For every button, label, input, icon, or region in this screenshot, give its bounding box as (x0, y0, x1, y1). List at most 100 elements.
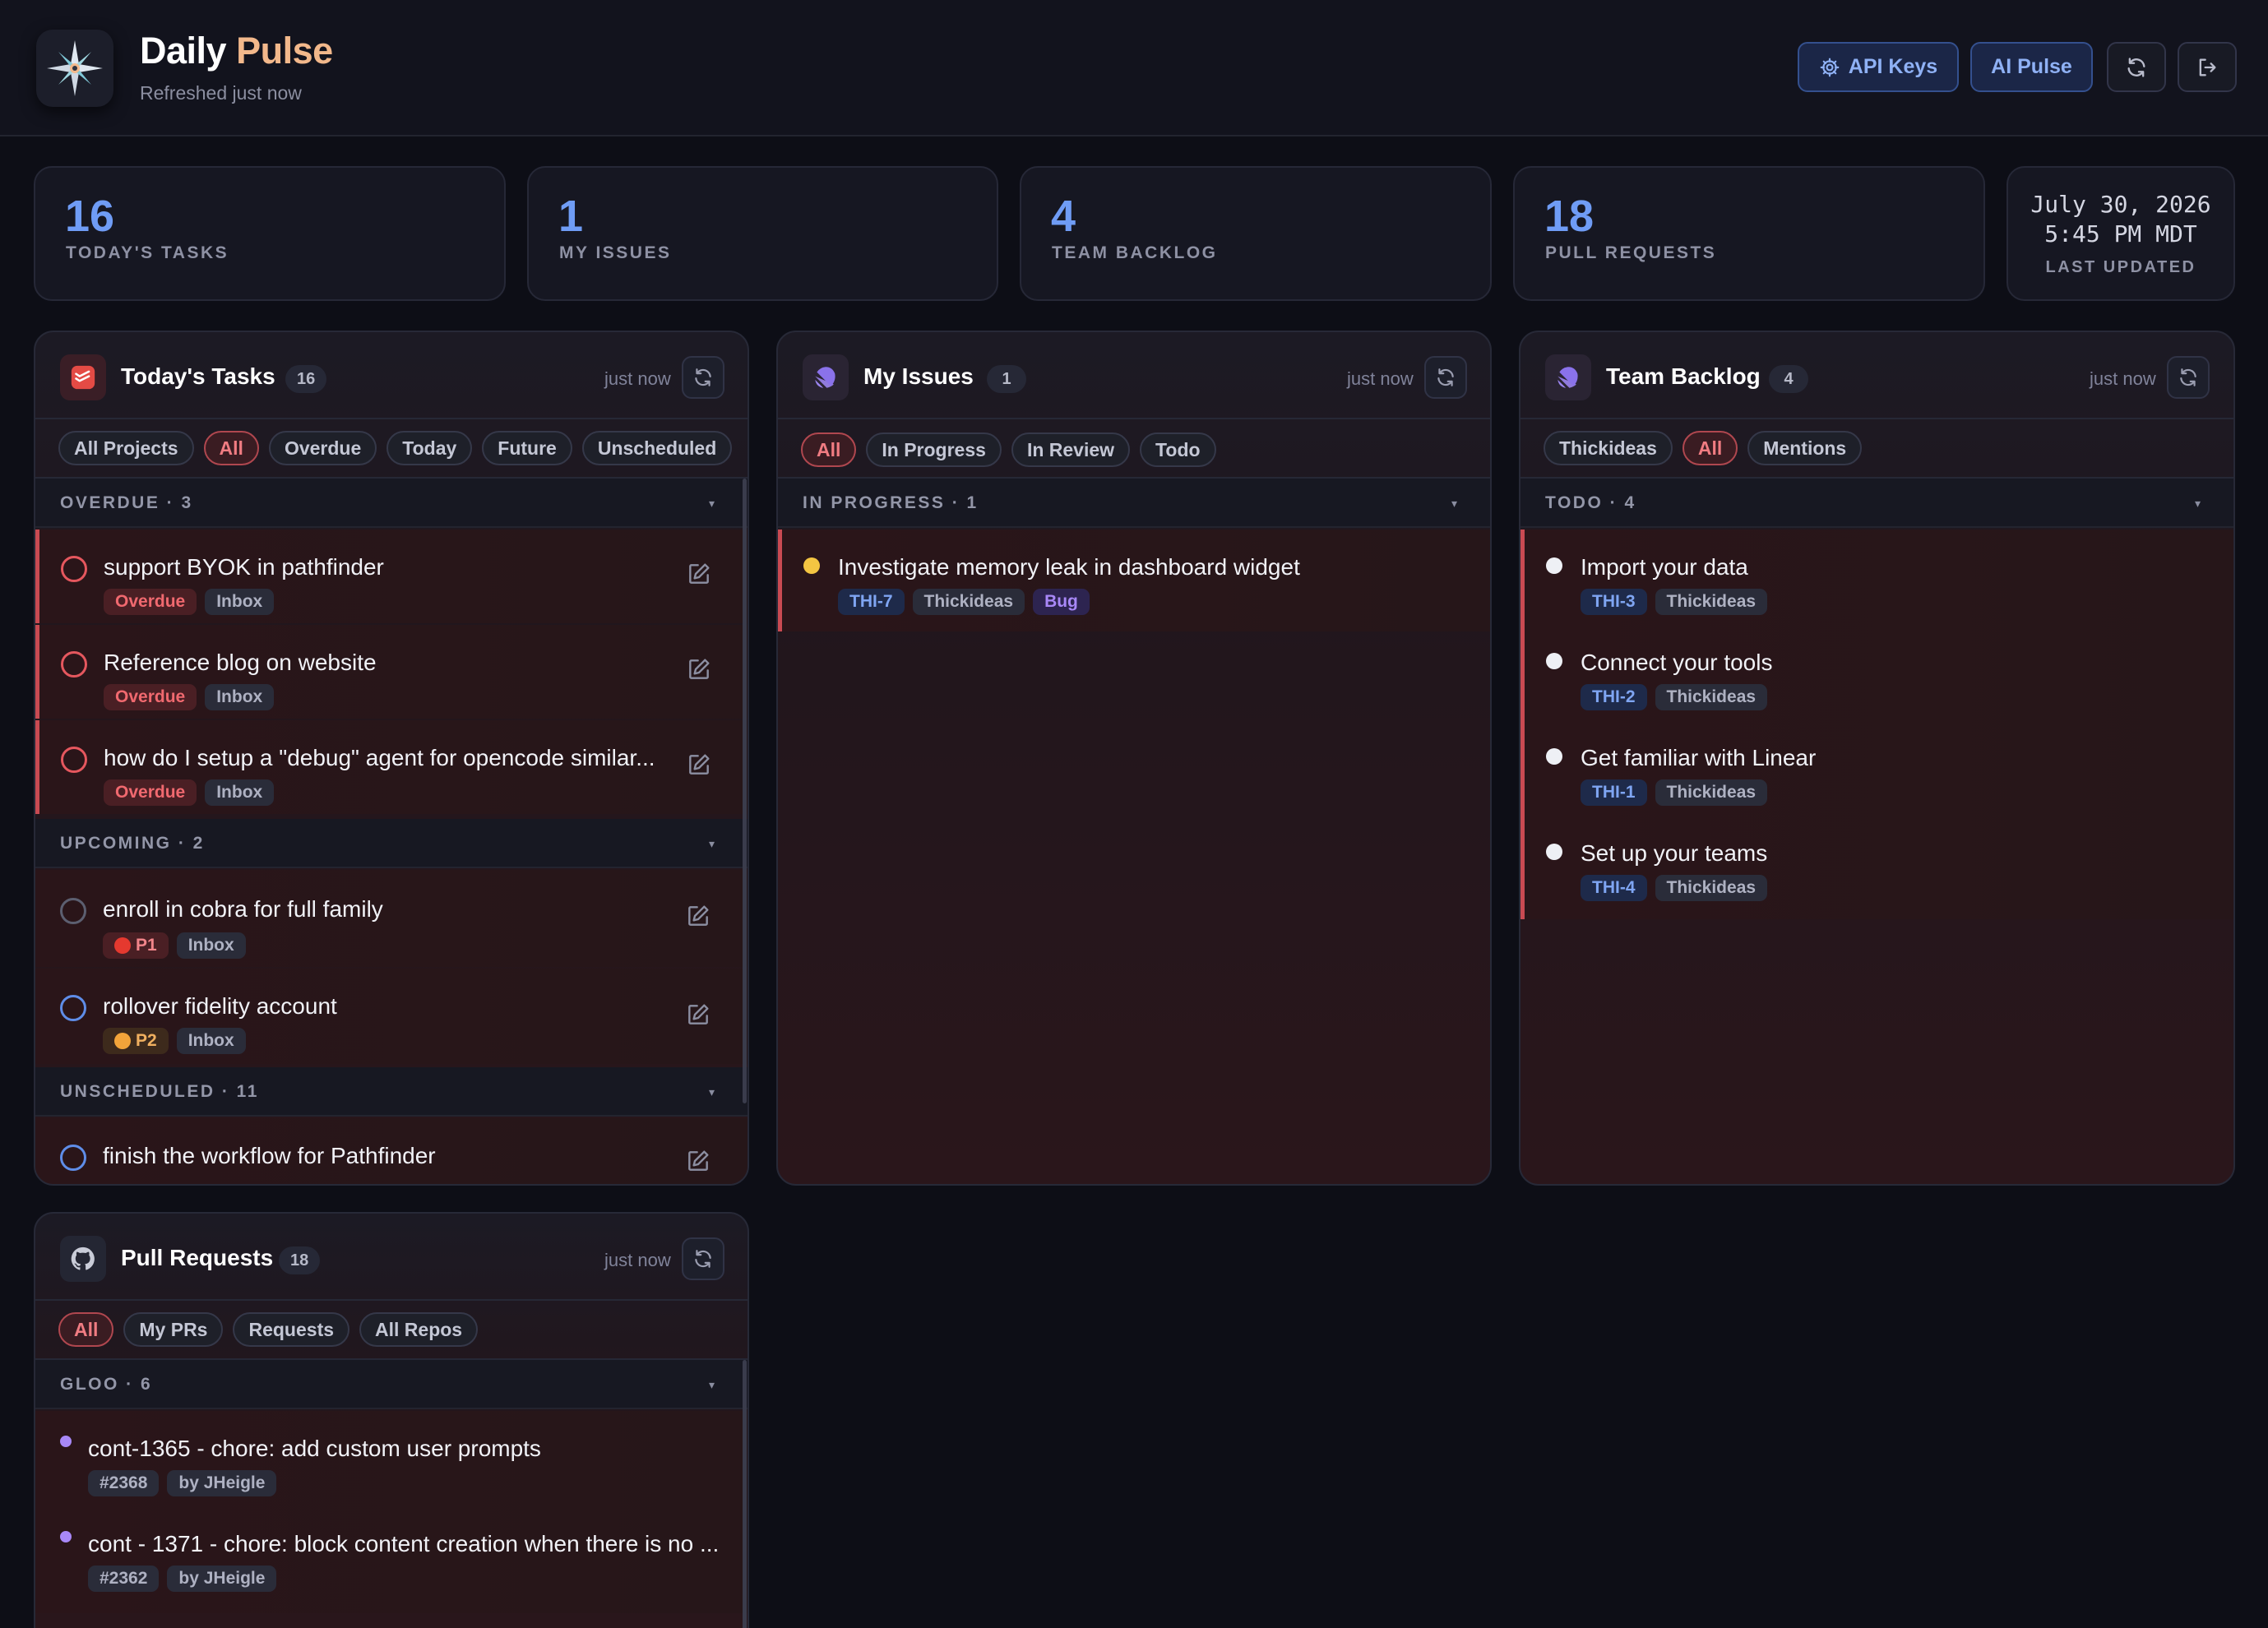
stat-label: PULL REQUESTS (1545, 243, 1717, 262)
refresh-icon (1437, 368, 1454, 386)
section-header-repo[interactable]: GLOO · 6 ▾ (35, 1360, 748, 1409)
last-updated-time: 5:45 PM MDT (2044, 220, 2197, 247)
filter-all[interactable]: All (1682, 431, 1738, 465)
panel-header: My Issues 1 just now (778, 332, 1490, 419)
pr-author: by JHeigle (167, 1470, 277, 1496)
filter-future[interactable]: Future (482, 431, 572, 465)
task-item[interactable]: rollover fidelity account P2 Inbox (35, 969, 748, 1064)
refresh-all-button[interactable] (2107, 42, 2166, 92)
logout-button[interactable] (2178, 42, 2237, 92)
pr-item[interactable]: cont - 1371 - chore: block content creat… (35, 1506, 748, 1613)
panel-count-badge: 16 (285, 365, 327, 393)
section-header-todo[interactable]: TODO · 4 ▾ (1520, 479, 2233, 528)
filter-all[interactable]: All (58, 1312, 114, 1347)
panel-refresh-button[interactable] (682, 356, 724, 399)
ai-pulse-button[interactable]: AI Pulse (1970, 42, 2093, 92)
panel-header: Today's Tasks 16 just now (35, 332, 748, 419)
filter-all-repos[interactable]: All Repos (359, 1312, 479, 1347)
project-tag: Inbox (205, 779, 275, 806)
filter-all[interactable]: All (801, 432, 857, 467)
filter-in-review[interactable]: In Review (1011, 432, 1131, 467)
edit-icon[interactable] (686, 752, 712, 778)
complete-checkbox[interactable] (61, 651, 87, 678)
panel-header: Pull Requests 18 just now (35, 1214, 748, 1301)
stat-card-prs[interactable]: 18 PULL REQUESTS (1513, 166, 1985, 301)
filter-today[interactable]: Today (386, 431, 473, 465)
edit-icon[interactable] (685, 903, 711, 929)
filter-requests[interactable]: Requests (233, 1312, 350, 1347)
scrollbar[interactable] (743, 1360, 747, 1628)
filter-todo[interactable]: Todo (1140, 432, 1216, 467)
collapse-caret-icon: ▾ (708, 837, 715, 850)
panel-refresh-button[interactable] (1424, 356, 1467, 399)
backlog-item[interactable]: Set up your teams THI-4 Thickideas (1525, 816, 2233, 911)
section-header-in-progress[interactable]: IN PROGRESS · 1 ▾ (778, 479, 1490, 528)
complete-checkbox[interactable] (61, 556, 87, 582)
issue-title: Set up your teams (1581, 840, 1768, 866)
filter-team[interactable]: Thickideas (1544, 431, 1673, 465)
overdue-badge: Overdue (104, 779, 197, 806)
panel-title: Today's Tasks (121, 363, 275, 389)
complete-checkbox[interactable] (60, 995, 86, 1021)
edit-icon[interactable] (686, 656, 712, 682)
filter-unscheduled[interactable]: Unscheduled (581, 431, 733, 465)
filter-all[interactable]: All (203, 431, 259, 465)
priority-dot-icon (114, 1033, 131, 1049)
filter-my-prs[interactable]: My PRs (123, 1312, 224, 1347)
edit-icon[interactable] (686, 561, 712, 587)
filter-overdue[interactable]: Overdue (268, 431, 377, 465)
issue-key: THI-1 (1581, 779, 1647, 806)
issue-key: THI-7 (838, 589, 905, 615)
edit-icon[interactable] (685, 1001, 711, 1028)
pr-filters: All My PRs Requests All Repos (58, 1312, 479, 1347)
overdue-badge: Overdue (104, 589, 197, 615)
backlog-item[interactable]: Import your data THI-3 Thickideas (1525, 530, 2233, 625)
edit-icon[interactable] (685, 1148, 711, 1174)
task-item[interactable]: support BYOK in pathfinder Overdue Inbox (35, 530, 748, 623)
last-updated-card: July 30, 2026 5:45 PM MDT LAST UPDATED (2006, 166, 2235, 301)
backlog-list: Import your data THI-3 Thickideas Connec… (1520, 530, 2233, 919)
section-header-unscheduled[interactable]: UNSCHEDULED · 11 ▾ (35, 1067, 748, 1117)
pr-number: #2362 (88, 1566, 160, 1592)
task-item[interactable]: how do I setup a "debug" agent for openc… (35, 720, 748, 814)
backlog-item[interactable]: Connect your tools THI-2 Thickideas (1525, 625, 2233, 720)
issue-item[interactable]: Investigate memory leak in dashboard wid… (778, 530, 1490, 631)
issue-filters: All In Progress In Review Todo (801, 432, 1216, 467)
project-tag: Inbox (205, 684, 275, 710)
filter-mentions[interactable]: Mentions (1747, 431, 1863, 465)
task-item[interactable]: Reference blog on website Overdue Inbox (35, 625, 748, 719)
section-header-overdue[interactable]: OVERDUE · 3 ▾ (35, 479, 748, 528)
tasks-panel: Today's Tasks 16 just now All Projects A… (34, 331, 749, 1186)
task-item[interactable]: enroll in cobra for full family P1 Inbox (35, 870, 748, 967)
section-title: TODO · 4 (1545, 493, 1636, 512)
filter-in-progress[interactable]: In Progress (866, 432, 1002, 467)
complete-checkbox[interactable] (60, 1145, 86, 1171)
complete-checkbox[interactable] (60, 898, 86, 924)
task-item[interactable]: finish the workflow for Pathfinder (35, 1118, 748, 1184)
label-tag: Bug (1033, 589, 1090, 615)
backlog-item[interactable]: Get familiar with Linear THI-1 Thickidea… (1525, 720, 2233, 816)
filter-all-projects[interactable]: All Projects (58, 431, 194, 465)
complete-checkbox[interactable] (61, 747, 87, 773)
stat-card-tasks[interactable]: 16 TODAY'S TASKS (34, 166, 506, 301)
api-keys-button[interactable]: API Keys (1798, 42, 1959, 92)
task-title: finish the workflow for Pathfinder (103, 1143, 436, 1168)
panel-title: My Issues (863, 363, 974, 389)
stat-card-issues[interactable]: 1 MY ISSUES (527, 166, 998, 301)
panel-refresh-button[interactable] (682, 1237, 724, 1280)
stat-value: 4 (1051, 192, 1076, 241)
status-dot-icon (1546, 653, 1562, 669)
project-tag: Inbox (176, 932, 246, 959)
stat-card-backlog[interactable]: 4 TEAM BACKLOG (1020, 166, 1492, 301)
section-title: OVERDUE · 3 (60, 493, 193, 512)
pr-author: by JHeigle (167, 1566, 277, 1592)
priority-badge: P1 (103, 932, 169, 959)
refresh-icon (695, 1250, 711, 1268)
status-dot-icon (803, 557, 820, 574)
panel-refresh-button[interactable] (2167, 356, 2210, 399)
pr-item[interactable]: cont-1365 - chore: add custom user promp… (35, 1411, 748, 1506)
scrollbar[interactable] (743, 479, 747, 1103)
panel-count-badge: 18 (279, 1246, 321, 1274)
section-header-upcoming[interactable]: UPCOMING · 2 ▾ (35, 819, 748, 868)
issue-title: Import your data (1581, 554, 1748, 580)
